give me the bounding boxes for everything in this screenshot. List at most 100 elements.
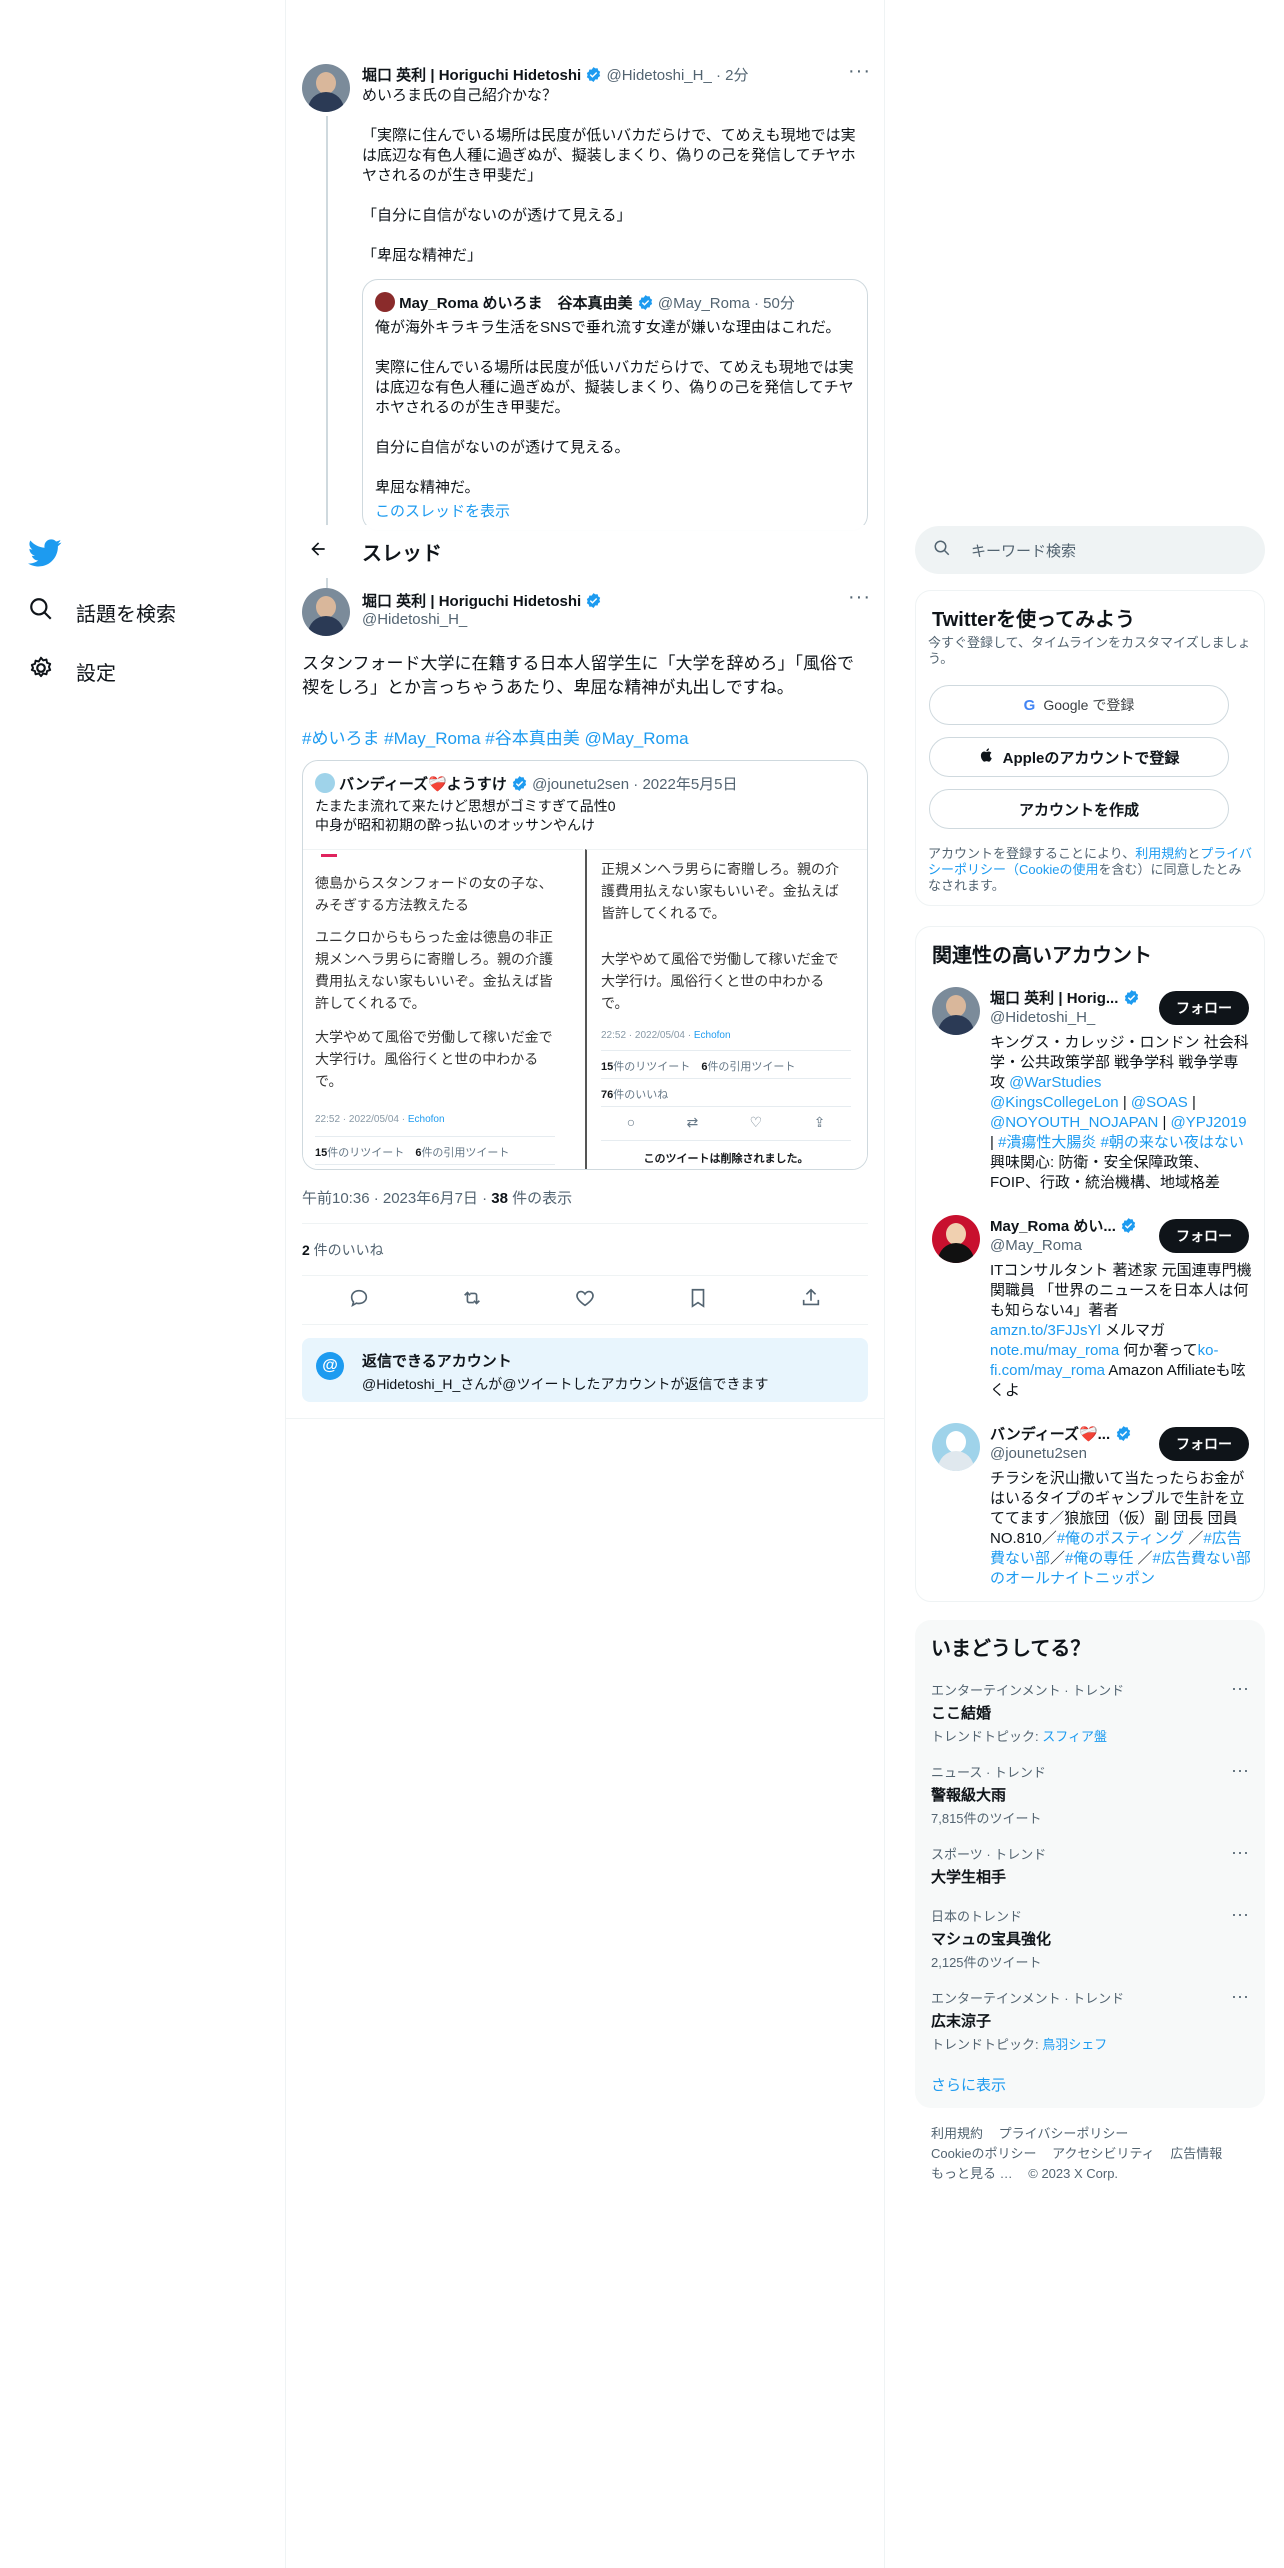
search-placeholder: キーワード検索 [971,542,1077,560]
author-handle[interactable]: @Hidetoshi_H_ [362,611,467,628]
quote-author-name: バンディーズ❤️‍🩹ようすけ [339,776,507,793]
show-more-link[interactable]: さらに表示 [931,2074,1006,2095]
back-arrow-icon[interactable] [304,539,332,565]
follow-button[interactable]: フォロー [1159,991,1249,1025]
follow-button[interactable]: フォロー [1159,1219,1249,1253]
trend-item[interactable]: 日本のトレンド マシュの宝具強化 2,125件のツイート ··· [931,1904,1249,1971]
signup-subtitle: 今すぐ登録して、タイムラインをカスタマイズしましょう。 [928,635,1251,666]
cookie-link[interactable]: （Cookieの使用 [1006,862,1098,877]
heart-icon[interactable] [574,1287,596,1314]
trend-item[interactable]: エンターテインメント · トレンド ここ結婚 トレンドトピック: スフィア盤 ·… [931,1678,1249,1745]
quote-image-left[interactable]: 徳島からスタンフォードの女の子な、みそぎする方法教えたる ユニクロからもらった金… [303,849,583,1169]
quote-image-right[interactable]: 正規メンヘラ男らに寄贈しろ。親の介護費用払えない家もいいぞ。金払えば皆許してくれ… [585,849,867,1169]
tweet-header: 堀口 英利 | Horiguchi Hidetoshi @Hidetoshi_H… [362,67,749,84]
trend-item[interactable]: エンターテインメント · トレンド 広末涼子 トレンドトピック: 鳥羽シェフ ·… [931,1986,1249,2053]
avatar[interactable] [302,588,350,636]
trends-title: いまどうしてる？ [931,1638,1091,1660]
avatar[interactable] [302,64,350,112]
more-icon[interactable]: ··· [1231,1678,1249,1699]
trend-item[interactable]: スポーツ · トレンド 大学生相手 ··· [931,1842,1249,1887]
retweet-icon[interactable] [461,1287,483,1314]
quote-time: 50分 [763,295,795,312]
avatar[interactable] [932,987,980,1035]
image-actions: ○ ⇄ ♡ ⇪ [601,1114,851,1131]
divider [601,1050,851,1051]
author-name[interactable]: 堀口 英利 | Horiguchi Hidetoshi [362,593,581,610]
account-name[interactable]: 堀口 英利 | Horig... [990,987,1150,1008]
like-count[interactable]: 2 件のいいね [302,1240,384,1260]
verified-icon [1124,990,1138,1005]
account-handle: @Hidetoshi_H_ [990,1009,1096,1026]
author-name[interactable]: 堀口 英利 | Horiguchi Hidetoshi [362,67,581,84]
account-name[interactable]: May_Roma めい... [990,1215,1150,1236]
twitter-logo-icon[interactable] [28,536,62,570]
avatar[interactable] [932,1215,980,1263]
follow-button[interactable]: フォロー [1159,1427,1249,1461]
google-signup-button[interactable]: G Google で登録 [929,685,1229,725]
footer-link[interactable]: プライバシーポリシー [999,2126,1129,2141]
more-icon[interactable]: ··· [848,60,871,83]
nav-settings-label: 設定 [76,662,116,685]
footer-link[interactable]: Cookieのポリシー [931,2146,1036,2161]
more-icon[interactable]: ··· [1231,1986,1249,2007]
more-icon[interactable]: ··· [1231,1842,1249,1863]
footer-link[interactable]: もっと見る … [931,2166,1013,2181]
quoted-tweet[interactable]: May_Roma めいろま 谷本真由美 @May_Roma · 50分 俺が海外… [362,279,868,531]
more-icon[interactable]: ··· [1231,1760,1249,1781]
right-divider [884,0,885,2568]
search-input[interactable]: キーワード検索 [915,526,1265,574]
more-icon[interactable]: ··· [1231,1904,1249,1925]
bookmark-icon[interactable] [687,1287,709,1314]
related-title: 関連性の高いアカウント [932,945,1152,967]
image-text: 正規メンヘラ男らに寄贈しろ。親の介護費用払えない家もいいぞ。金払えば皆許してくれ… [601,861,839,921]
quote-text: 俺が海外キラキラ生活をSNSで垂れ流す女達が嫌いな理由はこれだ。 実際に住んでい… [375,319,854,496]
quoted-tweet[interactable]: バンディーズ❤️‍🩹ようすけ @jounetu2sen · 2022年5月5日 … [302,760,868,1170]
verified-icon [638,295,652,310]
signup-panel: Twitterを使ってみよう 今すぐ登録して、タイムラインをカスタマイズしましょ… [915,590,1265,906]
divider [286,1418,884,1419]
share-icon: ⇪ [813,1114,826,1130]
account-bio: キングス・カレッジ・ロンドン 社会科学・公共政策学部 戦争学科 戦争学専攻 @W… [990,1034,1249,1191]
verified-icon [512,776,527,791]
reply-box-text: @Hidetoshi_H_さんが@ツイートしたアカウントが返信できます [362,1376,769,1392]
quote-author-handle: @May_Roma [657,295,750,312]
terms-link[interactable]: 利用規約 [1135,846,1187,861]
image-time: 22:52 · 2022/05/04 · Echofon [315,1114,445,1125]
share-icon[interactable] [800,1287,822,1314]
nav-settings[interactable]: 設定 [28,655,116,687]
tweet-time[interactable]: 2分 [725,67,748,84]
show-thread-link[interactable]: このスレッドを表示 [375,500,510,521]
divider [302,1324,868,1325]
tweet-timestamp: 午前10:36 · 2023年6月7日 · 38 件の表示 [302,1190,573,1207]
hashtags[interactable]: #めいろま #May_Roma #谷本真由美 @May_Roma [302,724,689,749]
nav-explore[interactable]: 話題を検索 [28,596,176,628]
divider [302,1275,868,1276]
divider [601,1078,851,1079]
author-handle[interactable]: @Hidetoshi_H_ [607,67,712,84]
reply-icon[interactable] [348,1287,370,1314]
avatar [375,292,395,312]
tweet-header: 堀口 英利 | Horiguchi Hidetoshi [362,590,602,611]
divider [302,1223,868,1224]
image-stats: 15件のリツイート 6件の引用ツイート [601,1061,796,1073]
trend-item[interactable]: ニュース · トレンド 警報級大雨 7,815件のツイート ··· [931,1760,1249,1827]
quote-header: May_Roma めいろま 谷本真由美 @May_Roma · 50分 [375,292,795,313]
page-title: スレッド [362,543,442,565]
footer-link[interactable]: 広告情報 [1170,2146,1222,2161]
image-stats: 15件のリツイート 6件の引用ツイート [315,1147,510,1159]
apple-signup-button[interactable]: Appleのアカウントで登録 [929,737,1229,777]
quote-header: バンディーズ❤️‍🩹ようすけ @jounetu2sen · 2022年5月5日 [315,773,738,794]
create-account-button[interactable]: アカウントを作成 [929,789,1229,829]
verified-icon [1122,1218,1136,1233]
footer-links: 利用規約 プライバシーポリシー Cookieのポリシー アクセシビリティ 広告情… [931,2124,1261,2184]
footer-link[interactable]: 利用規約 [931,2126,983,2141]
image-likes: 76件のいいね [601,1089,669,1101]
account-name[interactable]: バンディーズ❤️‍🩹... [990,1423,1150,1444]
more-icon[interactable]: ··· [848,586,871,609]
google-icon: G [1023,696,1036,714]
avatar[interactable] [932,1423,980,1471]
footer-link[interactable]: アクセシビリティ [1052,2146,1155,2161]
deleted-notice: このツイートは削除されました。 [643,1153,809,1165]
signup-legal: アカウントを登録することにより、利用規約とプライバシーポリシー（Cookieの使… [928,846,1253,893]
image-text: 大学やめて風俗で労働して稼いだ金で大学行け。風俗行くと世の中わかるで。 [315,1029,553,1089]
